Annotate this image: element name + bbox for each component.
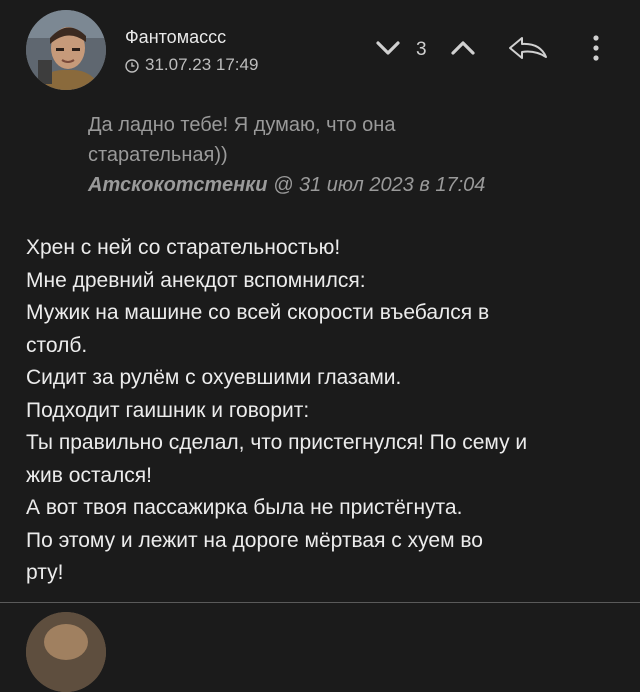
body-line: столб. [26,333,88,357]
avatar[interactable] [26,10,106,90]
body-line: Подходит гаишник и говорит: [26,398,310,422]
quote-at: @ [273,174,294,196]
downvote-button[interactable] [370,32,406,68]
body-line: А вот твоя пассажирка была не пристёгнут… [26,496,463,519]
body-line: Мужик на машине со всей скорости въебалс… [26,301,490,324]
downvote-icon [375,39,401,62]
body-line: жив остался! [26,463,152,487]
post-meta: 31.07.23 17:49 [125,55,258,75]
comment-body: Хрен с ней со старательностью! Мне древн… [26,232,626,590]
body-line: Ты правильно сделал, что пристегнулся! П… [26,431,528,454]
quote-source: Атскокотстенки @ 31 июл 2023 в 17:04 [88,170,548,200]
quote-text-line: Да ладно тебе! Я думаю, что она [88,114,396,136]
quote-author[interactable]: Атскокотстенки [88,174,268,196]
comment-divider [0,602,640,603]
body-line: Мне древний анекдот вспомнился: [26,268,366,292]
more-options-button[interactable] [581,32,611,68]
next-comment-avatar[interactable] [26,612,106,692]
reply-button[interactable] [503,32,553,68]
body-line: рту! [26,561,64,584]
body-line: Сидит за рулём с охуевшими глазами. [26,366,402,389]
timestamp: 31.07.23 17:49 [145,55,259,74]
body-line: По этому и лежит на дороге мёртвая с хуе… [26,528,483,552]
quoted-comment: Да ладно тебе! Я думаю, что она старател… [88,110,548,200]
body-line: Хрен с ней со старательностью! [26,236,341,259]
comment-header: Фантомассс 31.07.23 17:49 3 [0,0,640,100]
clock-icon [125,58,139,73]
avatar-image [26,10,106,90]
reply-icon [507,35,549,66]
comment-toolbar: 3 [370,32,611,68]
avatar-image [26,612,106,692]
quote-text-line: старательная)) [88,144,228,166]
upvote-button[interactable] [445,32,481,68]
more-vertical-icon [592,34,599,66]
author-name[interactable]: Фантомассс [125,27,226,48]
vote-count: 3 [416,39,427,60]
quote-date[interactable]: 31 июл 2023 в 17:04 [299,174,485,196]
upvote-icon [450,39,476,62]
